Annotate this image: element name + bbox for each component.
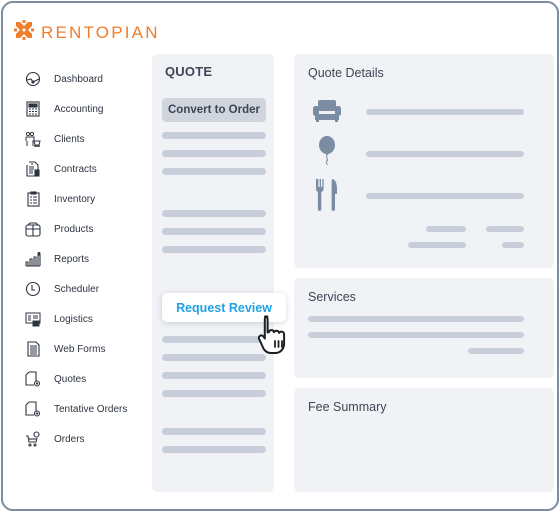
sidebar-item-label: Dashboard	[54, 73, 103, 85]
placeholder-line	[486, 226, 524, 232]
placeholder-line	[366, 151, 524, 157]
sidebar-item-dashboard[interactable]: Dashboard	[24, 64, 154, 94]
sidebar-item-label: Orders	[54, 433, 85, 445]
placeholder-line	[308, 316, 524, 322]
placeholder-line	[162, 132, 266, 139]
rentopian-x-logo-icon	[14, 20, 34, 45]
clipboard-list-icon	[24, 190, 42, 208]
sidebar-item-quotes[interactable]: Quotes	[24, 364, 154, 394]
sidebar-item-label: Tentative Orders	[54, 403, 128, 415]
placeholder-line	[162, 428, 266, 435]
sidebar-item-label: Quotes	[54, 373, 87, 385]
quote-details-title: Quote Details	[308, 66, 384, 80]
sidebar-item-label: Reports	[54, 253, 90, 265]
placeholder-line	[162, 210, 266, 217]
quote-panel-title: QUOTE	[165, 64, 213, 79]
placeholder-line	[366, 109, 524, 115]
sidebar-item-label: Inventory	[54, 193, 96, 205]
sidebar-item-label: Products	[54, 223, 94, 235]
services-title: Services	[308, 290, 356, 304]
sidebar-item-logistics[interactable]: Logistics	[24, 304, 154, 334]
contract-document-icon	[24, 160, 42, 178]
fork-knife-icon	[312, 178, 342, 212]
clock-icon	[24, 280, 42, 298]
web-form-icon	[24, 340, 42, 358]
services-panel: Services	[294, 278, 554, 378]
convert-to-order-button[interactable]: Convert to Order	[162, 98, 266, 122]
sidebar-item-reports[interactable]: Reports	[24, 244, 154, 274]
sidebar-item-scheduler[interactable]: Scheduler	[24, 274, 154, 304]
quote-document-icon	[24, 370, 42, 388]
placeholder-line	[426, 226, 466, 232]
armchair-icon	[312, 96, 342, 126]
sidebar-item-products[interactable]: Products	[24, 214, 154, 244]
sidebar-item-label: Clients	[54, 133, 85, 145]
placeholder-line	[162, 168, 266, 175]
placeholder-line	[162, 150, 266, 157]
sidebar-item-clients[interactable]: Clients	[24, 124, 154, 154]
sidebar-item-label: Scheduler	[54, 283, 100, 295]
balloon-icon	[312, 136, 342, 166]
sidebar-item-inventory[interactable]: Inventory	[24, 184, 154, 214]
placeholder-line	[162, 446, 266, 453]
logistics-map-icon	[24, 310, 42, 328]
placeholder-line	[468, 348, 524, 354]
placeholder-line	[162, 246, 266, 253]
fee-summary-title: Fee Summary	[308, 400, 387, 414]
placeholder-line	[366, 193, 524, 199]
sidebar-item-tentative-orders[interactable]: Tentative Orders	[24, 394, 154, 424]
sidebar-item-label: Accounting	[54, 103, 104, 115]
bar-chart-icon	[24, 250, 42, 268]
placeholder-line	[162, 228, 266, 235]
sidebar-item-web-forms[interactable]: Web Forms	[24, 334, 154, 364]
fee-summary-panel: Fee Summary	[294, 388, 554, 492]
placeholder-line	[502, 242, 524, 248]
clients-icon	[24, 130, 42, 148]
brand-logo[interactable]: RENTOPIAN	[14, 20, 160, 45]
sidebar-item-accounting[interactable]: Accounting	[24, 94, 154, 124]
sidebar-item-orders[interactable]: Orders	[24, 424, 154, 454]
tentative-order-icon	[24, 400, 42, 418]
placeholder-line	[162, 372, 266, 379]
brand-name: RENTOPIAN	[41, 22, 160, 42]
placeholder-line	[408, 242, 466, 248]
placeholder-line	[162, 390, 266, 397]
sidebar-item-label: Contracts	[54, 163, 97, 175]
sidebar-item-label: Web Forms	[54, 343, 106, 355]
calculator-icon	[24, 100, 42, 118]
box-icon	[24, 220, 42, 238]
quote-details-panel: Quote Details	[294, 54, 554, 268]
dashboard-gauge-icon	[24, 70, 42, 88]
sidebar-nav: Dashboard Accounting Clients Contracts I…	[24, 64, 154, 454]
hand-pointer-cursor-icon	[257, 314, 292, 356]
placeholder-line	[308, 332, 524, 338]
placeholder-line	[162, 336, 266, 343]
sidebar-item-label: Logistics	[54, 313, 93, 325]
sidebar-item-contracts[interactable]: Contracts	[24, 154, 154, 184]
shopping-cart-icon	[24, 430, 42, 448]
quote-panel: QUOTE Convert to Order	[152, 54, 274, 492]
placeholder-line	[162, 354, 266, 361]
